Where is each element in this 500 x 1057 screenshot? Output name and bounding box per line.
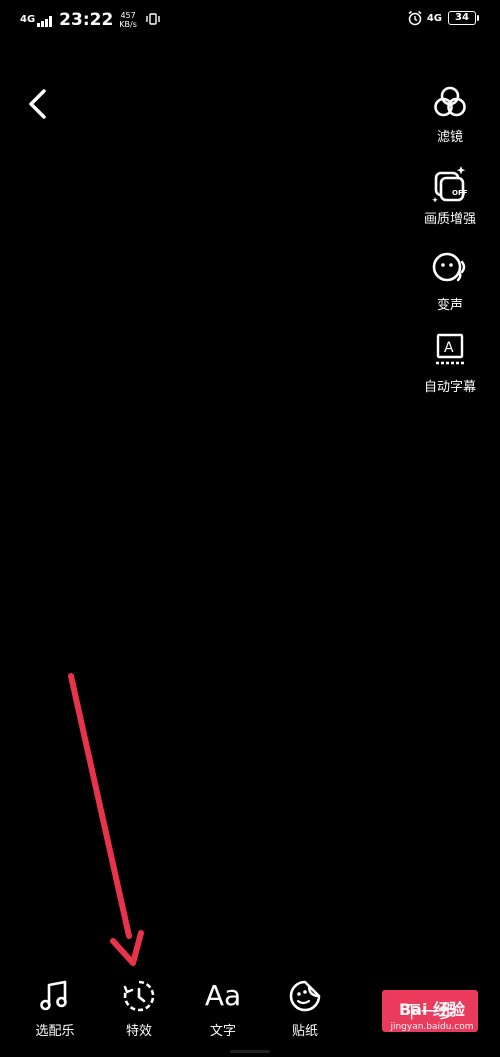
voice-change-label: 变声 (436, 298, 463, 313)
music-label: 选配乐 (35, 1024, 75, 1039)
baidu-watermark: Bai 经验 jingyan.baidu.com (386, 1000, 478, 1034)
network-speed: 457 KB/s (119, 11, 137, 29)
home-indicator (230, 1050, 270, 1053)
watermark-url: jingyan.baidu.com (390, 1022, 474, 1032)
auto-caption-icon: A (436, 333, 464, 365)
network-type-right: 4G (426, 12, 442, 24)
watermark-logo: Bai 经验 (398, 1000, 466, 1019)
back-button[interactable] (22, 86, 58, 122)
battery-level: 34 (455, 12, 469, 23)
text-label: 文字 (209, 1024, 236, 1039)
voice-change-icon (432, 252, 466, 282)
quality-enhance-label: 画质增强 (423, 212, 476, 227)
status-right: 4G 34 (407, 10, 479, 26)
quality-enhance-icon: OFF (432, 166, 468, 203)
auto-caption-button[interactable]: A 自动字幕 (410, 332, 490, 395)
sticker-icon (289, 980, 321, 1012)
vibrate-icon (145, 12, 161, 28)
sticker-button[interactable]: 贴纸 (270, 978, 340, 1039)
timer-effect-icon (123, 980, 155, 1012)
sticker-label: 贴纸 (291, 1024, 318, 1039)
quality-enhance-button[interactable]: OFF 画质增强 (410, 164, 490, 227)
effects-label: 特效 (125, 1024, 152, 1039)
alarm-icon (408, 10, 422, 26)
status-left: 4G 23:22 457 KB/s (20, 10, 161, 30)
signal-icon (37, 15, 53, 27)
network-speed-unit: KB/s (119, 20, 137, 29)
text-aa-icon: Aa (204, 979, 242, 1012)
caption-glyph: A (444, 340, 454, 356)
annotation-arrow-icon (68, 673, 144, 966)
network-type-left: 4G (20, 14, 36, 25)
status-bar: 4G 23:22 457 KB/s 4G 34 (0, 0, 500, 40)
auto-caption-label: 自动字幕 (423, 380, 476, 395)
battery-icon: 34 (448, 11, 479, 25)
quality-badge: OFF (452, 189, 468, 197)
voice-change-button[interactable]: 变声 (410, 248, 490, 313)
music-note-icon (40, 980, 67, 1011)
filter-label: 滤镜 (436, 130, 463, 145)
chevron-left-icon (29, 89, 46, 119)
network-speed-value: 457 (120, 11, 136, 20)
effects-button[interactable]: 特效 (104, 978, 174, 1039)
clock-time: 23:22 (59, 10, 114, 30)
text-button[interactable]: Aa 文字 (188, 978, 258, 1039)
music-button[interactable]: 选配乐 (20, 978, 90, 1039)
filter-button[interactable]: 滤镜 (410, 84, 490, 145)
filter-icon (434, 86, 466, 117)
